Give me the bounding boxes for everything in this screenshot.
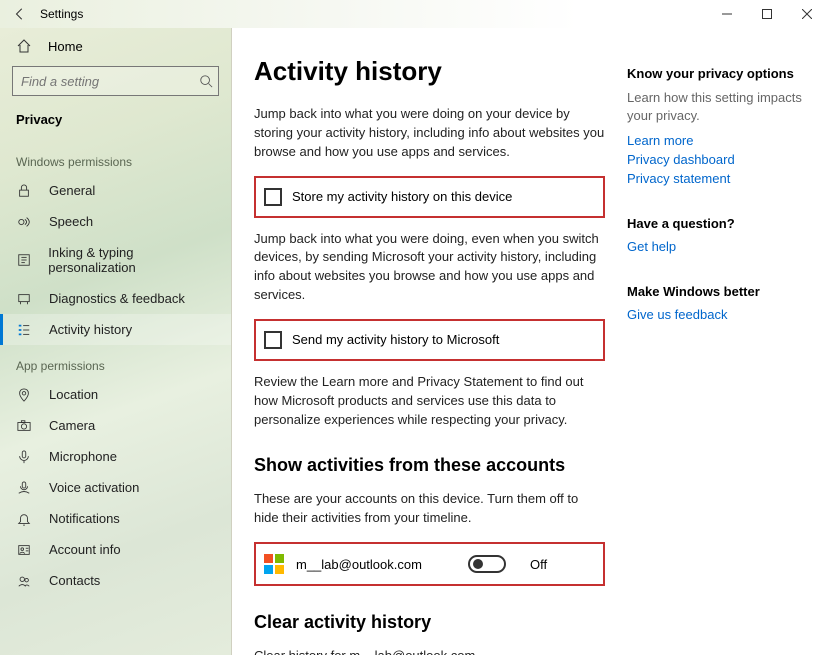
checkbox-label: Send my activity history to Microsoft [292, 332, 499, 347]
sidebar-item-notifications[interactable]: Notifications [0, 503, 231, 534]
maximize-button[interactable] [747, 0, 787, 28]
aside-privacy-desc: Learn how this setting impacts your priv… [627, 89, 809, 125]
account-icon [17, 543, 35, 557]
sidebar-item-camera[interactable]: Camera [0, 410, 231, 441]
home-icon [16, 38, 34, 54]
camera-icon [17, 419, 35, 433]
speech-icon [17, 215, 35, 229]
checkbox-send-microsoft[interactable]: Send my activity history to Microsoft [254, 319, 605, 361]
sidebar-item-label: Inking & typing personalization [48, 245, 217, 275]
breadcrumb: Privacy [0, 106, 231, 141]
sidebar-item-inking[interactable]: Inking & typing personalization [0, 237, 231, 283]
sidebar-item-label: Speech [49, 214, 93, 229]
aside-panel: Know your privacy options Learn how this… [627, 28, 827, 655]
main-content: Activity history Jump back into what you… [232, 28, 627, 655]
clear-desc: Clear history for m__lab@outlook.com [254, 647, 605, 655]
sidebar-item-diagnostics[interactable]: Diagnostics & feedback [0, 283, 231, 314]
group-label-app: App permissions [0, 345, 231, 379]
sidebar: Home Privacy Windows permissions General… [0, 28, 232, 655]
toggle-state-label: Off [530, 557, 547, 572]
home-button[interactable]: Home [0, 28, 231, 62]
search-input[interactable] [12, 66, 219, 96]
checkbox-store-history[interactable]: Store my activity history on this device [254, 176, 605, 218]
contacts-icon [17, 574, 35, 588]
back-button[interactable] [10, 4, 30, 24]
diagnostics-icon [17, 292, 35, 306]
group-label-windows: Windows permissions [0, 141, 231, 175]
section-accounts-title: Show activities from these accounts [254, 455, 605, 476]
checkbox-icon[interactable] [264, 188, 282, 206]
sidebar-item-voice-activation[interactable]: Voice activation [0, 472, 231, 503]
sidebar-item-label: Voice activation [49, 480, 139, 495]
description-2: Jump back into what you were doing, even… [254, 230, 605, 305]
page-title: Activity history [254, 56, 605, 87]
aside-privacy-title: Know your privacy options [627, 66, 809, 81]
search-icon [199, 74, 213, 88]
titlebar: Settings [0, 0, 827, 28]
sidebar-item-label: Account info [49, 542, 121, 557]
aside-feedback-title: Make Windows better [627, 284, 809, 299]
sidebar-item-label: Notifications [49, 511, 120, 526]
sidebar-item-label: Location [49, 387, 98, 402]
checkbox-label: Store my activity history on this device [292, 189, 512, 204]
sidebar-item-label: Activity history [49, 322, 132, 337]
location-icon [17, 388, 35, 402]
sidebar-item-label: Camera [49, 418, 95, 433]
home-label: Home [48, 39, 83, 54]
aside-question-title: Have a question? [627, 216, 809, 231]
inking-icon [17, 253, 34, 267]
sidebar-item-account-info[interactable]: Account info [0, 534, 231, 565]
sidebar-item-label: General [49, 183, 95, 198]
sidebar-item-location[interactable]: Location [0, 379, 231, 410]
sidebar-item-label: Microphone [49, 449, 117, 464]
microsoft-logo-icon [264, 554, 284, 574]
sidebar-item-speech[interactable]: Speech [0, 206, 231, 237]
sidebar-item-contacts[interactable]: Contacts [0, 565, 231, 596]
account-row: m__lab@outlook.com Off [254, 542, 605, 586]
sidebar-item-microphone[interactable]: Microphone [0, 441, 231, 472]
link-learn-more[interactable]: Learn more [627, 133, 809, 148]
description-1: Jump back into what you were doing on yo… [254, 105, 605, 162]
window-title: Settings [40, 7, 83, 21]
account-email: m__lab@outlook.com [296, 557, 456, 572]
link-give-feedback[interactable]: Give us feedback [627, 307, 809, 322]
link-get-help[interactable]: Get help [627, 239, 809, 254]
notifications-icon [17, 512, 35, 526]
sidebar-item-activity-history[interactable]: Activity history [0, 314, 231, 345]
sidebar-item-label: Contacts [49, 573, 100, 588]
link-privacy-dashboard[interactable]: Privacy dashboard [627, 152, 809, 167]
description-3: Review the Learn more and Privacy Statem… [254, 373, 605, 430]
link-privacy-statement[interactable]: Privacy statement [627, 171, 809, 186]
account-toggle[interactable] [468, 555, 506, 573]
checkbox-icon[interactable] [264, 331, 282, 349]
section-clear-title: Clear activity history [254, 612, 605, 633]
accounts-desc: These are your accounts on this device. … [254, 490, 605, 528]
minimize-button[interactable] [707, 0, 747, 28]
sidebar-item-label: Diagnostics & feedback [49, 291, 185, 306]
close-button[interactable] [787, 0, 827, 28]
activity-icon [17, 323, 35, 337]
search-field[interactable] [21, 74, 199, 89]
voice-icon [17, 481, 35, 495]
lock-icon [17, 184, 35, 198]
sidebar-item-general[interactable]: General [0, 175, 231, 206]
mic-icon [17, 450, 35, 464]
